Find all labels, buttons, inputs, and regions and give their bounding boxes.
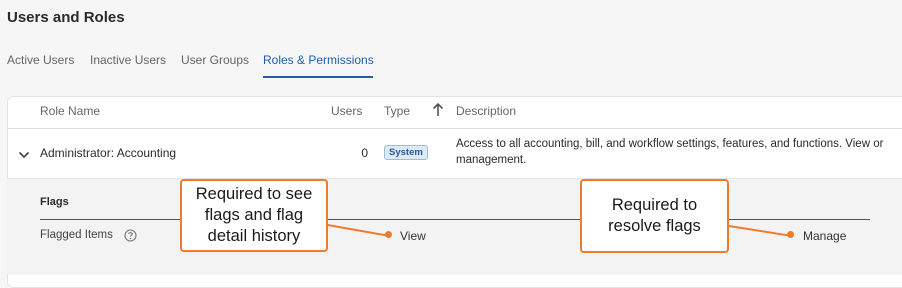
column-header-users[interactable]: Users: [331, 104, 362, 118]
annotation-text-line: flags and flag: [204, 206, 304, 224]
section-divider: [40, 219, 870, 220]
column-header-type[interactable]: Type: [384, 104, 410, 118]
annotation-dot-view: [385, 231, 392, 238]
role-name-cell: Administrator: Accounting: [40, 146, 177, 160]
role-permissions-panel: [7, 179, 902, 275]
page-title: Users and Roles: [7, 9, 125, 26]
active-tab-indicator: [263, 76, 373, 78]
type-badge: System: [384, 145, 428, 160]
chevron-down-icon[interactable]: [18, 147, 30, 165]
arrow-up-icon[interactable]: [432, 102, 444, 122]
tab-user-groups[interactable]: User Groups: [181, 53, 249, 67]
question-circle-icon[interactable]: [124, 229, 137, 247]
annotation-text-line: Required to: [611, 196, 698, 214]
description-line-2: management.: [456, 154, 527, 166]
users-count-cell: 0: [361, 146, 368, 160]
annotation-text-line: Required to see: [195, 185, 313, 203]
tab-roles-permissions[interactable]: Roles & Permissions: [263, 53, 374, 67]
annotation-text-line: detail history: [207, 227, 301, 245]
annotation-text-line: resolve flags: [608, 217, 701, 235]
tab-inactive-users[interactable]: Inactive Users: [90, 53, 166, 67]
permission-manage[interactable]: Manage: [803, 229, 846, 243]
annotation-callout-view: Required to see flags and flag detail hi…: [180, 179, 328, 252]
permission-section-title: Flags: [40, 196, 69, 208]
description-line-1: Access to all accounting, bill, and work…: [456, 138, 884, 150]
permission-view[interactable]: View: [400, 229, 426, 243]
tab-active-users[interactable]: Active Users: [7, 53, 74, 67]
permission-label-flagged-items: Flagged Items: [40, 229, 113, 241]
annotation-dot-manage: [787, 231, 794, 238]
column-header-description[interactable]: Description: [456, 104, 516, 118]
annotation-callout-manage: Required to resolve flags: [580, 179, 729, 253]
header-divider: [7, 128, 902, 129]
column-header-role-name[interactable]: Role Name: [40, 104, 100, 118]
